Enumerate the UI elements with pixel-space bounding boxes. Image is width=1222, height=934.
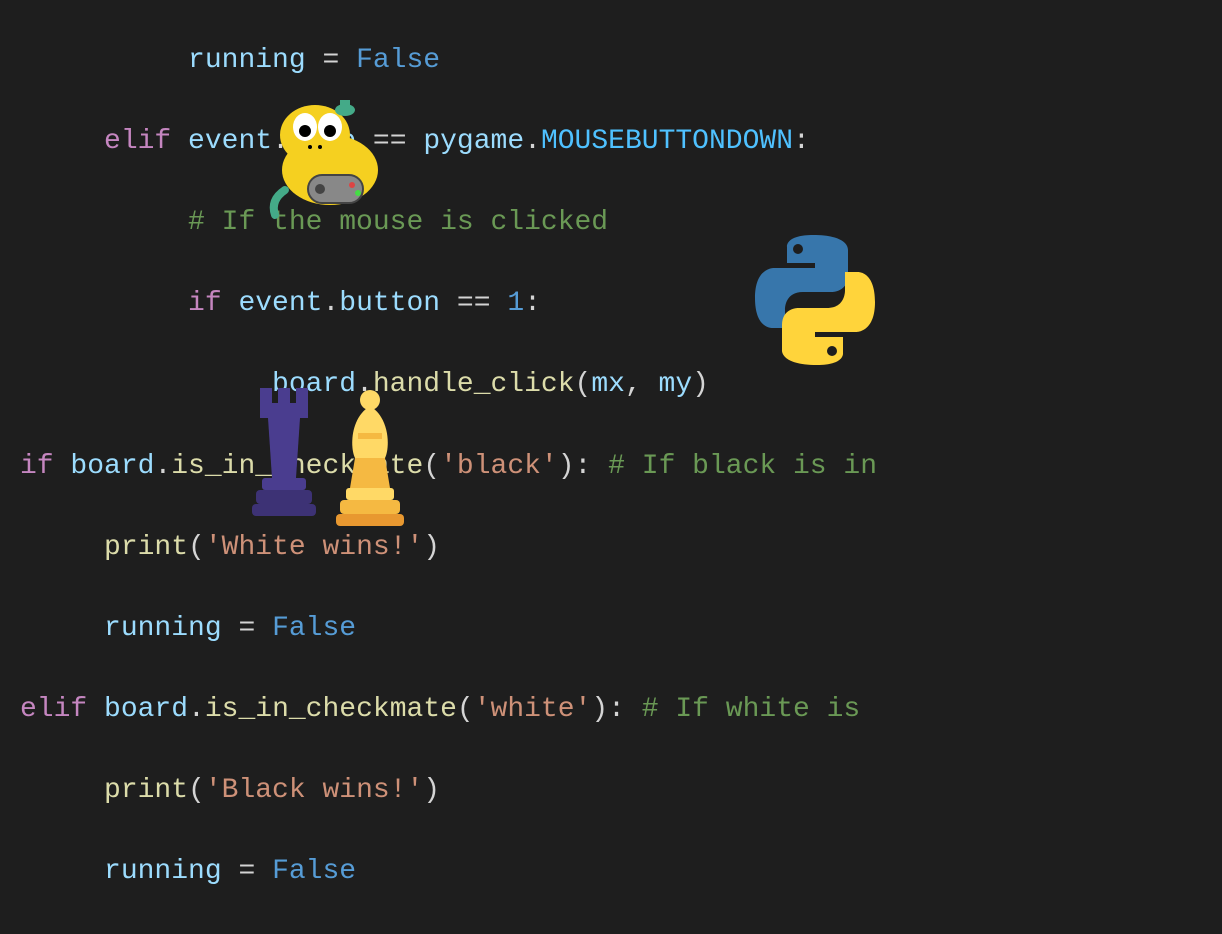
string: 'White wins!' — [205, 532, 423, 563]
code-line: print('White wins!') — [20, 528, 1222, 569]
string: 'black' — [440, 451, 558, 482]
punct: : — [524, 288, 541, 319]
punct: ( — [575, 369, 592, 400]
pygame-logo-icon — [260, 85, 400, 225]
keyword: if — [20, 451, 54, 482]
punct: ( — [188, 775, 205, 806]
variable: board — [54, 451, 155, 482]
comment: # If white is — [642, 694, 877, 725]
operator: = — [306, 45, 356, 76]
function: print — [104, 532, 188, 563]
code-line: if board.is_in_checkmate('black'): # If … — [20, 447, 1222, 488]
code-line: running = False — [20, 41, 1222, 82]
operator: == — [440, 288, 507, 319]
function: print — [104, 775, 188, 806]
variable: event — [171, 126, 272, 157]
constant: MOUSEBUTTONDOWN — [541, 126, 793, 157]
punct: . — [154, 451, 171, 482]
python-logo-icon — [740, 225, 890, 375]
punct: ) — [692, 369, 709, 400]
variable: board — [87, 694, 188, 725]
number: 1 — [507, 288, 524, 319]
arg: my — [659, 369, 693, 400]
variable: running — [188, 45, 306, 76]
punct: ) — [423, 775, 440, 806]
punct: : — [793, 126, 810, 157]
string: 'white' — [474, 694, 592, 725]
code-line: running = False — [20, 609, 1222, 650]
keyword: elif — [20, 694, 87, 725]
punct: : — [575, 451, 609, 482]
keyword: if — [188, 288, 222, 319]
variable: running — [104, 856, 222, 887]
code-line: elif event.type == pygame.MOUSEBUTTONDOW… — [20, 122, 1222, 163]
function: is_in_checkmate — [205, 694, 457, 725]
property: button — [339, 288, 440, 319]
code-line: print('Black wins!') — [20, 771, 1222, 812]
code-line: elif board.is_in_checkmate('white'): # I… — [20, 690, 1222, 731]
code-editor[interactable]: running = False elif event.type == pygam… — [0, 0, 1222, 934]
keyword: False — [356, 45, 440, 76]
keyword: False — [272, 856, 356, 887]
punct: . — [524, 126, 541, 157]
punct: . — [322, 288, 339, 319]
punct: ( — [188, 532, 205, 563]
punct: ) — [423, 532, 440, 563]
code-line: # If the mouse is clicked — [20, 203, 1222, 244]
operator: = — [222, 613, 272, 644]
operator: = — [222, 856, 272, 887]
string: 'Black wins!' — [205, 775, 423, 806]
keyword: elif — [104, 126, 171, 157]
code-line: if event.button == 1: — [20, 284, 1222, 325]
keyword: False — [272, 613, 356, 644]
code-line: running = False — [20, 852, 1222, 893]
punct: ( — [423, 451, 440, 482]
variable: event — [222, 288, 323, 319]
chess-pieces-icon — [250, 378, 420, 528]
variable: running — [104, 613, 222, 644]
variable: pygame — [423, 126, 524, 157]
punct: ) — [558, 451, 575, 482]
punct: . — [188, 694, 205, 725]
punct: , — [625, 369, 659, 400]
arg: mx — [591, 369, 625, 400]
punct: ) — [591, 694, 608, 725]
code-line: board.handle_click(mx, my) — [20, 365, 1222, 406]
punct: : — [608, 694, 642, 725]
punct: ( — [457, 694, 474, 725]
comment: # If black is in — [608, 451, 877, 482]
